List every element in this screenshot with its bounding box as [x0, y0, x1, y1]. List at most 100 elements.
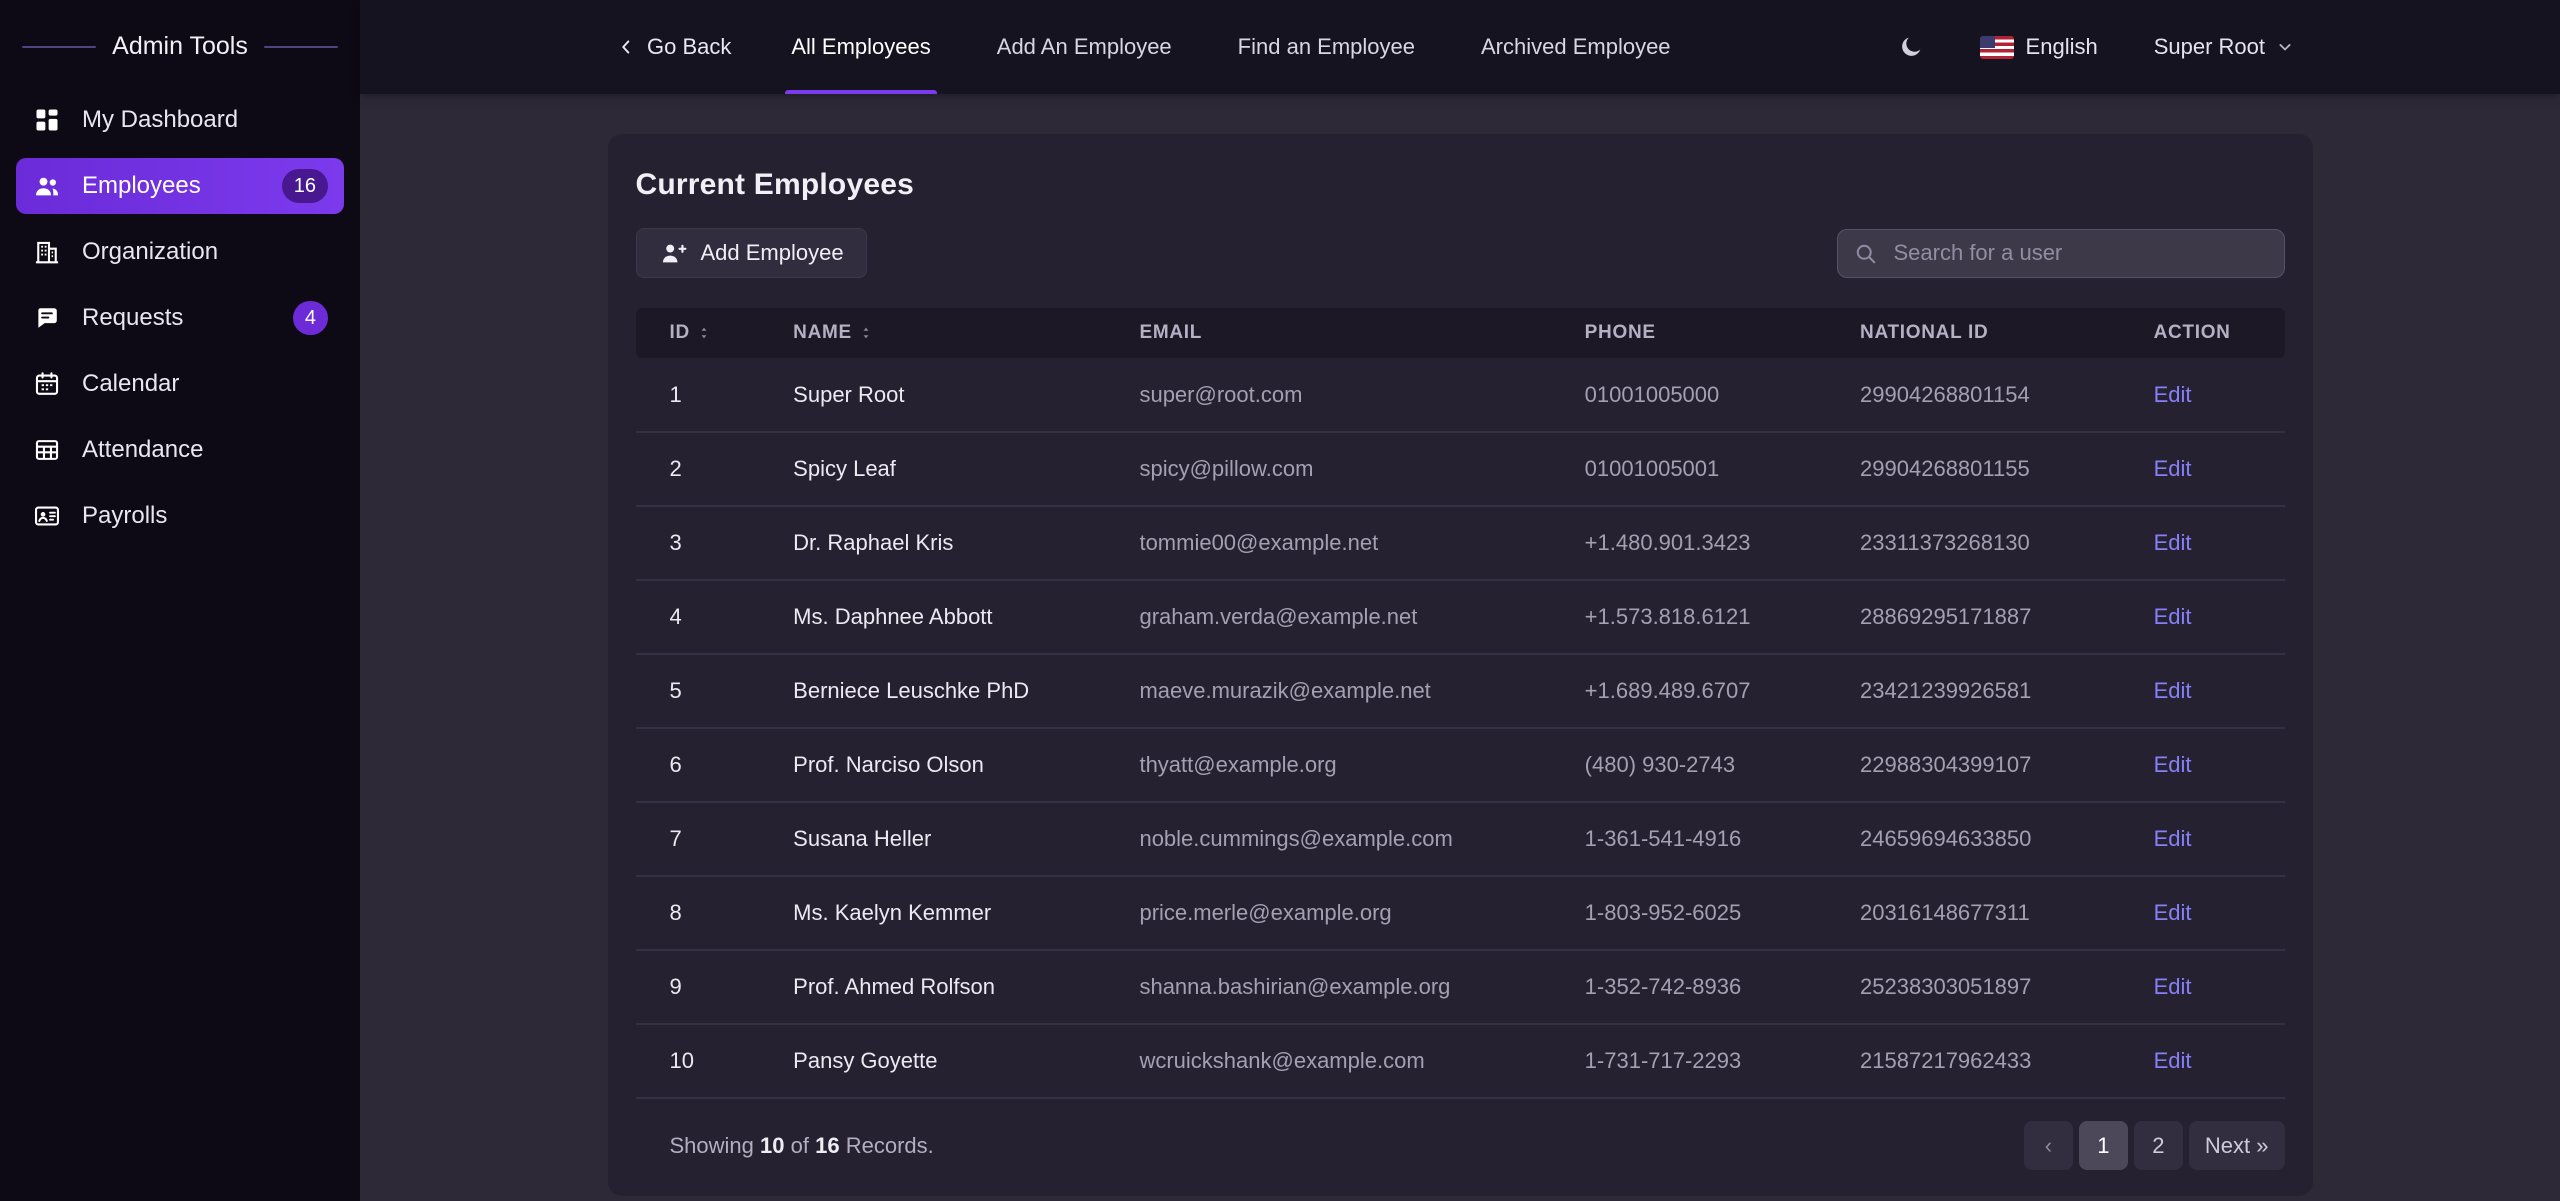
edit-link[interactable]: Edit	[2154, 604, 2192, 629]
cell-email: price.merle@example.org	[1105, 876, 1550, 950]
cell-action: Edit	[2120, 580, 2285, 654]
records-summary: Showing 10 of 16 Records.	[670, 1133, 934, 1159]
col-header-action: ACTION	[2120, 308, 2285, 358]
cell-phone: +1.573.818.6121	[1551, 580, 1826, 654]
theme-toggle-button[interactable]	[1898, 34, 1924, 60]
person-plus-icon	[659, 239, 687, 267]
cell-name: Susana Heller	[759, 802, 1105, 876]
search-box	[1837, 229, 2285, 278]
content-area: Current Employees Add Employee	[360, 94, 2560, 1201]
cell-name: Super Root	[759, 358, 1105, 432]
tab-all-employees[interactable]: All Employees	[785, 0, 936, 94]
sidebar-item-label: Calendar	[82, 370, 179, 398]
cell-name: Pansy Goyette	[759, 1024, 1105, 1098]
divider	[264, 46, 338, 48]
language-selector[interactable]: English	[1980, 34, 2098, 60]
cell-action: Edit	[2120, 506, 2285, 580]
payrolls-icon	[32, 501, 62, 531]
edit-link[interactable]: Edit	[2154, 456, 2192, 481]
sidebar-item-calendar[interactable]: Calendar	[16, 356, 344, 412]
edit-link[interactable]: Edit	[2154, 678, 2192, 703]
cell-email: shanna.bashirian@example.org	[1105, 950, 1550, 1024]
cell-action: Edit	[2120, 432, 2285, 506]
edit-link[interactable]: Edit	[2154, 974, 2192, 999]
sidebar-item-attendance[interactable]: Attendance	[16, 422, 344, 478]
sidebar-title: Admin Tools	[112, 32, 248, 61]
records-shown: 10	[760, 1133, 784, 1158]
go-back-button[interactable]: Go Back	[615, 0, 731, 94]
go-back-label: Go Back	[647, 34, 731, 60]
sidebar-item-my-dashboard[interactable]: My Dashboard	[16, 92, 344, 148]
cell-name: Ms. Kaelyn Kemmer	[759, 876, 1105, 950]
cell-email: tommie00@example.net	[1105, 506, 1550, 580]
page-next[interactable]: Next »	[2189, 1121, 2285, 1170]
pagination: ‹12Next »	[2024, 1121, 2285, 1170]
cell-id: 3	[636, 506, 760, 580]
employees-table: IDNAMEEMAILPHONENATIONAL IDACTION 1Super…	[636, 308, 2285, 1099]
cell-id: 9	[636, 950, 760, 1024]
edit-link[interactable]: Edit	[2154, 752, 2192, 777]
edit-link[interactable]: Edit	[2154, 530, 2192, 555]
table-body: 1Super Rootsuper@root.com010010050002990…	[636, 358, 2285, 1098]
edit-link[interactable]: Edit	[2154, 826, 2192, 851]
cell-id: 8	[636, 876, 760, 950]
cell-national-id: 25238303051897	[1826, 950, 2120, 1024]
table-row: 2Spicy Leafspicy@pillow.com0100100500129…	[636, 432, 2285, 506]
sidebar-item-employees[interactable]: Employees16	[16, 158, 344, 214]
sidebar-item-badge: 4	[293, 301, 328, 335]
sidebar-header: Admin Tools	[0, 0, 360, 71]
cell-national-id: 23421239926581	[1826, 654, 2120, 728]
page-prev[interactable]: ‹	[2024, 1121, 2073, 1170]
sidebar-item-requests[interactable]: Requests4	[16, 290, 344, 346]
cell-national-id: 28869295171887	[1826, 580, 2120, 654]
cell-id: 2	[636, 432, 760, 506]
table-row: 5Berniece Leuschke PhDmaeve.murazik@exam…	[636, 654, 2285, 728]
cell-phone: (480) 930-2743	[1551, 728, 1826, 802]
sort-icon	[858, 325, 874, 341]
user-menu[interactable]: Super Root	[2154, 34, 2295, 60]
cell-name: Prof. Narciso Olson	[759, 728, 1105, 802]
header-row: IDNAMEEMAILPHONENATIONAL IDACTION	[636, 308, 2285, 358]
sidebar-item-label: Attendance	[82, 436, 203, 464]
cell-email: graham.verda@example.net	[1105, 580, 1550, 654]
table-row: 3Dr. Raphael Kristommie00@example.net+1.…	[636, 506, 2285, 580]
edit-link[interactable]: Edit	[2154, 382, 2192, 407]
cell-action: Edit	[2120, 802, 2285, 876]
sidebar-item-label: Employees	[82, 172, 201, 200]
cell-national-id: 21587217962433	[1826, 1024, 2120, 1098]
cell-name: Dr. Raphael Kris	[759, 506, 1105, 580]
cell-email: super@root.com	[1105, 358, 1550, 432]
col-header-name[interactable]: NAME	[759, 308, 1105, 358]
edit-link[interactable]: Edit	[2154, 1048, 2192, 1073]
table-row: 6Prof. Narciso Olsonthyatt@example.org(4…	[636, 728, 2285, 802]
sidebar-item-organization[interactable]: Organization	[16, 224, 344, 280]
cell-id: 6	[636, 728, 760, 802]
page-1[interactable]: 1	[2079, 1121, 2128, 1170]
topbar-tabs: All Employees Add An Employee Find an Empl…	[785, 0, 1676, 94]
cell-action: Edit	[2120, 876, 2285, 950]
topbar: Go Back All Employees Add An Employee Find…	[360, 0, 2560, 94]
page-title: Current Employees	[636, 168, 2285, 202]
cell-action: Edit	[2120, 654, 2285, 728]
tab-find-an-employee[interactable]: Find an Employee	[1232, 0, 1421, 94]
us-flag-icon	[1980, 36, 2014, 59]
cell-name: Prof. Ahmed Rolfson	[759, 950, 1105, 1024]
sidebar-item-payrolls[interactable]: Payrolls	[16, 488, 344, 544]
tab-add-an-employee[interactable]: Add An Employee	[991, 0, 1178, 94]
cell-name: Ms. Daphnee Abbott	[759, 580, 1105, 654]
tab-archived-employee[interactable]: Archived Employee	[1475, 0, 1677, 94]
cell-id: 7	[636, 802, 760, 876]
page-2[interactable]: 2	[2134, 1121, 2183, 1170]
add-employee-label: Add Employee	[701, 240, 844, 266]
main-column: Go Back All Employees Add An Employee Find…	[360, 0, 2560, 1201]
cell-phone: 1-352-742-8936	[1551, 950, 1826, 1024]
table-row: 7Susana Hellernoble.cummings@example.com…	[636, 802, 2285, 876]
cell-national-id: 23311373268130	[1826, 506, 2120, 580]
edit-link[interactable]: Edit	[2154, 900, 2192, 925]
records-of: of	[791, 1133, 809, 1158]
records-suffix: Records.	[846, 1133, 934, 1158]
add-employee-button[interactable]: Add Employee	[636, 228, 867, 278]
search-input[interactable]	[1837, 229, 2285, 278]
col-header-id[interactable]: ID	[636, 308, 760, 358]
cell-id: 5	[636, 654, 760, 728]
